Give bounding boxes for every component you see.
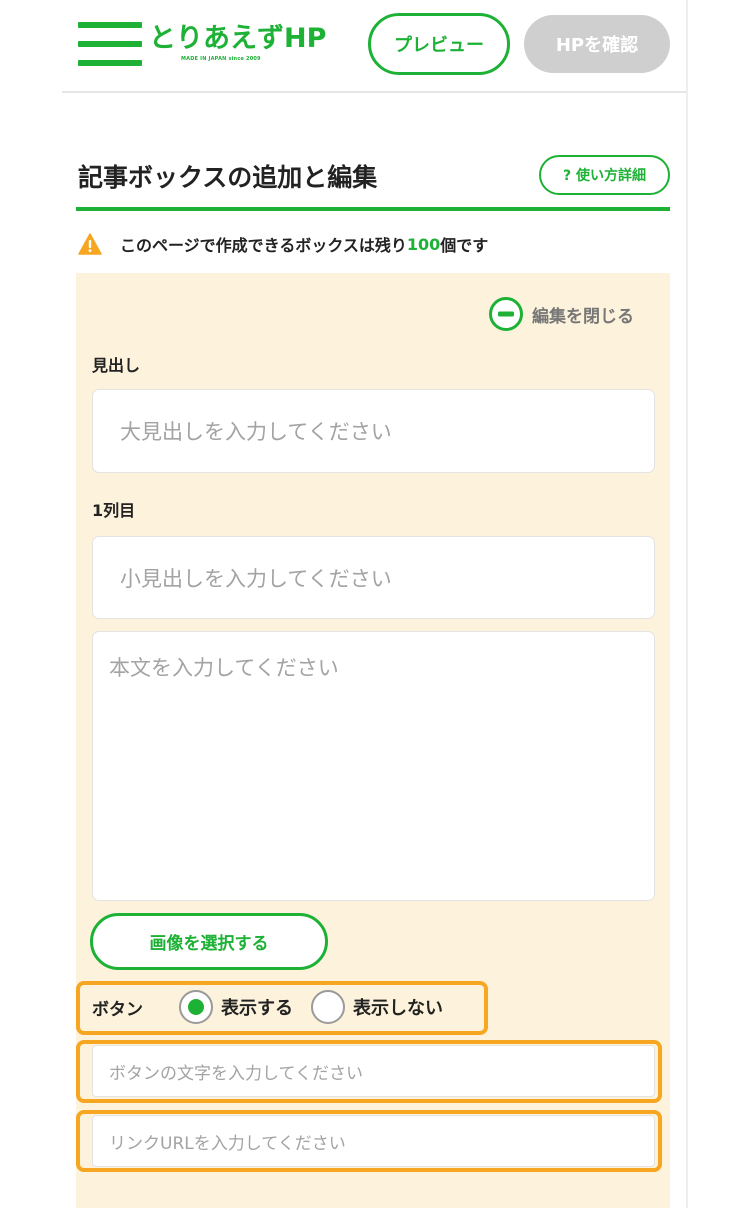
- remaining-boxes-notice: このページで作成できるボックスは残り 100 個です: [78, 230, 488, 258]
- minus-circle-icon: [489, 297, 523, 331]
- preview-button[interactable]: プレビュー: [368, 13, 510, 75]
- subheading-input[interactable]: 小見出しを入力してください: [92, 536, 655, 619]
- button-visibility-label: ボタン: [92, 999, 143, 1020]
- title-underline: [76, 207, 670, 211]
- show-button-radio[interactable]: [179, 990, 213, 1024]
- show-button-label[interactable]: 表示する: [221, 994, 293, 1020]
- menu-bar: [78, 41, 142, 47]
- menu-bar: [78, 22, 142, 28]
- body-text-textarea[interactable]: 本文を入力してください: [92, 631, 655, 901]
- close-edit-button[interactable]: 編集を閉じる: [488, 297, 634, 331]
- link-url-input[interactable]: リンクURLを入力してください: [92, 1115, 655, 1167]
- top-header: とりあえずHP MADE IN JAPAN since 2009 プレビュー H…: [0, 0, 686, 92]
- menu-bar: [78, 60, 142, 66]
- page-right-edge: [686, 0, 688, 1208]
- warning-icon: [78, 233, 102, 255]
- header-divider: [62, 91, 686, 93]
- button-text-input[interactable]: ボタンの文字を入力してください: [92, 1045, 655, 1097]
- logo-tagline: MADE IN JAPAN since 2009: [181, 56, 261, 62]
- select-image-button[interactable]: 画像を選択する: [90, 913, 328, 970]
- button-visibility-row: ボタン 表示する 表示しない: [92, 985, 461, 1029]
- column-1-label: 1列目: [92, 501, 136, 520]
- help-details-button[interactable]: ? 使い方詳細: [539, 155, 670, 195]
- page-title: 記事ボックスの追加と編集: [78, 163, 378, 192]
- site-logo[interactable]: とりあえずHP MADE IN JAPAN since 2009: [149, 22, 327, 64]
- hide-button-radio[interactable]: [311, 990, 345, 1024]
- heading-label: 見出し: [92, 356, 141, 375]
- close-edit-label: 編集を閉じる: [532, 306, 634, 327]
- notice-prefix: このページで作成できるボックスは残り: [120, 236, 407, 255]
- logo-text: とりあえずHP: [149, 23, 327, 54]
- confirm-hp-button[interactable]: HPを確認: [524, 15, 670, 73]
- hide-button-label[interactable]: 表示しない: [353, 994, 443, 1020]
- hamburger-menu-icon[interactable]: [78, 22, 142, 68]
- notice-count: 100: [406, 234, 441, 254]
- main-heading-input[interactable]: 大見出しを入力してください: [92, 389, 655, 473]
- notice-suffix: 個です: [440, 236, 489, 255]
